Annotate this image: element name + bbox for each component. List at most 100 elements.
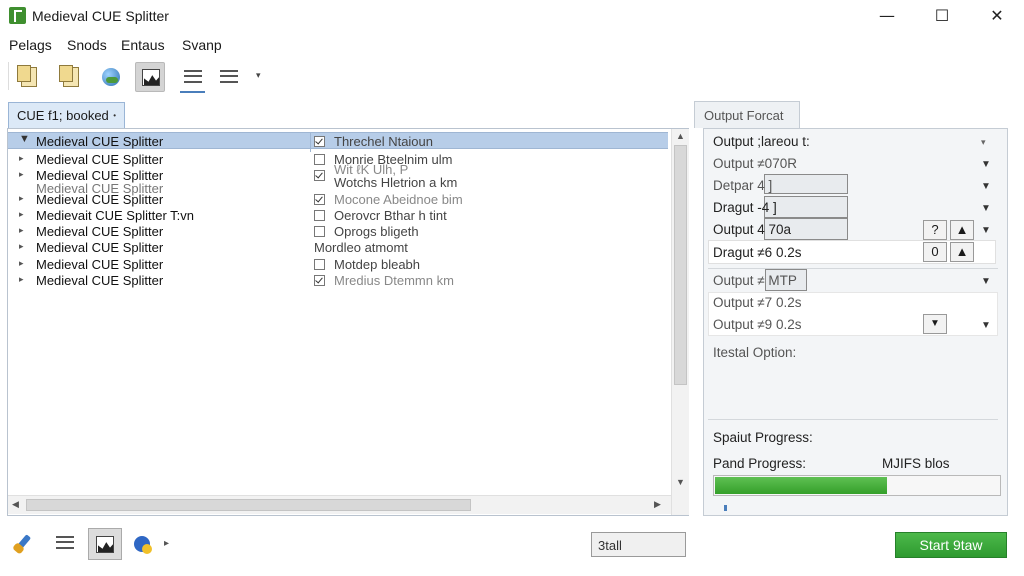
close-button[interactable]: ✕: [982, 4, 1012, 28]
collapse-arrow-icon[interactable]: ▼: [19, 133, 30, 145]
menu-item-entaus[interactable]: Entaus: [121, 37, 165, 53]
menu-item-pelags[interactable]: Pelags: [9, 37, 52, 53]
file-tab[interactable]: CUE f1; booked •: [8, 102, 125, 128]
output-format-tab[interactable]: Output Forcat: [694, 101, 800, 128]
waveform-icon: [142, 69, 160, 86]
start-button[interactable]: Start 9taw: [895, 532, 1007, 558]
tree-row[interactable]: ▼ Medieval CUE Splitter Threchel Ntaioun: [8, 132, 668, 152]
horizontal-scrollbar[interactable]: ◀ ▶: [8, 495, 671, 514]
app-icon: [9, 7, 26, 24]
menu-bar: Pelags Snods Entaus Svanp: [0, 32, 1024, 58]
track-checkbox[interactable]: [314, 259, 325, 270]
small-dropdown-icon[interactable]: ▾: [981, 137, 986, 148]
scroll-right-icon[interactable]: ▶: [654, 499, 661, 510]
track-detail: Mordleo atmomt: [314, 240, 408, 255]
track-checkbox[interactable]: [314, 136, 325, 147]
tag-button[interactable]: [128, 528, 162, 560]
dropdown-button[interactable]: ▼: [923, 314, 947, 334]
track-tree-panel: ▼ Medieval CUE Splitter Threchel Ntaioun…: [7, 128, 689, 516]
split-progress-label: Spaiut Progress:: [713, 430, 813, 445]
expand-arrow-icon[interactable]: ▸: [19, 169, 24, 180]
maximize-button[interactable]: ☐: [927, 4, 957, 28]
track-checkbox[interactable]: [314, 226, 325, 237]
tree-row[interactable]: ▸ Medieval CUE Splitter Mredius Dtemmn k…: [8, 272, 668, 289]
track-name: Medieval CUE Splitter: [36, 152, 164, 167]
output-setting-label: Dragut ≠6 0.2s: [713, 245, 802, 260]
track-checkbox[interactable]: [314, 275, 325, 286]
track-name: Medieval CUE Splitter: [36, 134, 164, 149]
track-name: Medievait CUE Splitter T:vn: [36, 208, 194, 223]
output-setting-label: Output 4 70a: [713, 222, 792, 237]
spin-up-button[interactable]: ▲: [950, 242, 974, 262]
value-box[interactable]: [764, 174, 848, 194]
track-checkbox[interactable]: [314, 154, 325, 165]
window-title: Medieval CUE Splitter: [32, 8, 169, 24]
output-format-panel: Output ;lareou t: ▾ Output ≠070R ▼ Detpa…: [703, 128, 1008, 516]
dropdown-icon[interactable]: ▼: [981, 225, 991, 236]
divider: [708, 268, 998, 269]
output-setting-label: Output ≠7 0.2s: [713, 295, 802, 310]
track-detail: Mocone Abeidnoe bim: [334, 192, 463, 207]
dropdown-icon[interactable]: ▼: [981, 320, 991, 331]
globe-icon: [102, 68, 120, 86]
progress-status-text: MJIFS blos: [882, 456, 950, 471]
globe-button[interactable]: [96, 62, 126, 92]
output-setting-label: Output ≠ MTP: [713, 273, 797, 288]
detail-view-button[interactable]: [214, 62, 244, 92]
file-tab-dot: •: [113, 111, 116, 120]
horizontal-scroll-thumb[interactable]: [26, 499, 471, 511]
scroll-up-icon[interactable]: ▲: [676, 131, 685, 141]
pand-progress-label: Pand Progress:: [713, 456, 807, 471]
output-setting-label: Output ;lareou t:: [713, 134, 810, 149]
scroll-left-icon[interactable]: ◀: [12, 499, 19, 510]
waveform-button[interactable]: [88, 528, 122, 560]
track-name: Medieval CUE Splitter: [36, 240, 164, 255]
expand-arrow-icon[interactable]: ▸: [19, 193, 24, 204]
vertical-scroll-thumb[interactable]: [674, 145, 687, 385]
expand-arrow-icon[interactable]: ▸: [19, 241, 24, 252]
list-button[interactable]: [48, 528, 82, 560]
tree-row[interactable]: ▸ Medievait CUE Splitter T:vn Oerovcr Bt…: [8, 207, 668, 224]
spin-up-button[interactable]: ▲: [950, 220, 974, 240]
expand-arrow-icon[interactable]: ▸: [19, 153, 24, 164]
expand-arrow-icon[interactable]: ▸: [19, 274, 24, 285]
menu-item-svanp[interactable]: Svanp: [182, 37, 222, 53]
tree-row[interactable]: ▸ Medieval CUE Splitter Mordleo atmomt: [8, 239, 668, 256]
dropdown-icon[interactable]: ▼: [981, 276, 991, 287]
tree-row[interactable]: ▸ Medieval CUE Splitter Oprogs bligeth: [8, 223, 668, 240]
tag-icon: [134, 536, 152, 554]
list-view-button[interactable]: [178, 62, 208, 92]
dropdown-icon[interactable]: ▼: [981, 159, 991, 170]
status-field: 3tall: [591, 532, 686, 557]
output-setting-label: Output ≠070R: [713, 156, 797, 171]
bottom-dropdown-icon[interactable]: ▸: [164, 538, 169, 549]
toolbar-dropdown-icon[interactable]: ▾: [256, 70, 261, 81]
expand-arrow-icon[interactable]: ▸: [19, 258, 24, 269]
track-detail: Threchel Ntaioun: [334, 134, 433, 149]
list-icon: [56, 536, 74, 549]
minimize-button[interactable]: —: [872, 4, 902, 28]
spin-value[interactable]: ?: [923, 220, 947, 240]
expand-arrow-icon[interactable]: ▸: [19, 209, 24, 220]
scroll-down-icon[interactable]: ▼: [676, 477, 685, 487]
track-name: Medieval CUE Splitter: [36, 257, 164, 272]
menu-item-snods[interactable]: Snods: [67, 37, 107, 53]
track-checkbox[interactable]: [314, 194, 325, 205]
brush-icon: [14, 534, 32, 552]
paste-button[interactable]: [14, 62, 44, 92]
vertical-scrollbar[interactable]: ▲ ▼: [671, 129, 689, 515]
brush-button[interactable]: [10, 528, 44, 560]
spin-value[interactable]: 0: [923, 242, 947, 262]
track-detail: Mredius Dtemmn km: [334, 273, 454, 288]
copy-button[interactable]: [56, 62, 86, 92]
column-divider: [310, 133, 311, 152]
tree-row[interactable]: ▸ Medieval CUE Splitter Mocone Abeidnoe …: [8, 191, 668, 208]
dropdown-icon[interactable]: ▼: [981, 181, 991, 192]
expand-arrow-icon[interactable]: ▸: [19, 225, 24, 236]
track-checkbox[interactable]: [314, 210, 325, 221]
track-name: Medieval CUE Splitter: [36, 224, 164, 239]
waveform-button[interactable]: [135, 62, 165, 92]
tree-row[interactable]: ▸ Medieval CUE Splitter Motdep bleabh: [8, 256, 668, 273]
dropdown-icon[interactable]: ▼: [981, 203, 991, 214]
track-detail: Oerovcr Bthar h tint: [334, 208, 447, 223]
